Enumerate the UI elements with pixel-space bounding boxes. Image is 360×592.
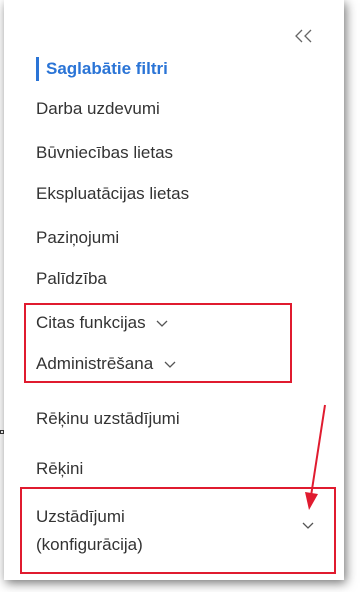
annotation-arrow — [305, 404, 326, 510]
stray-marker — [0, 430, 4, 434]
